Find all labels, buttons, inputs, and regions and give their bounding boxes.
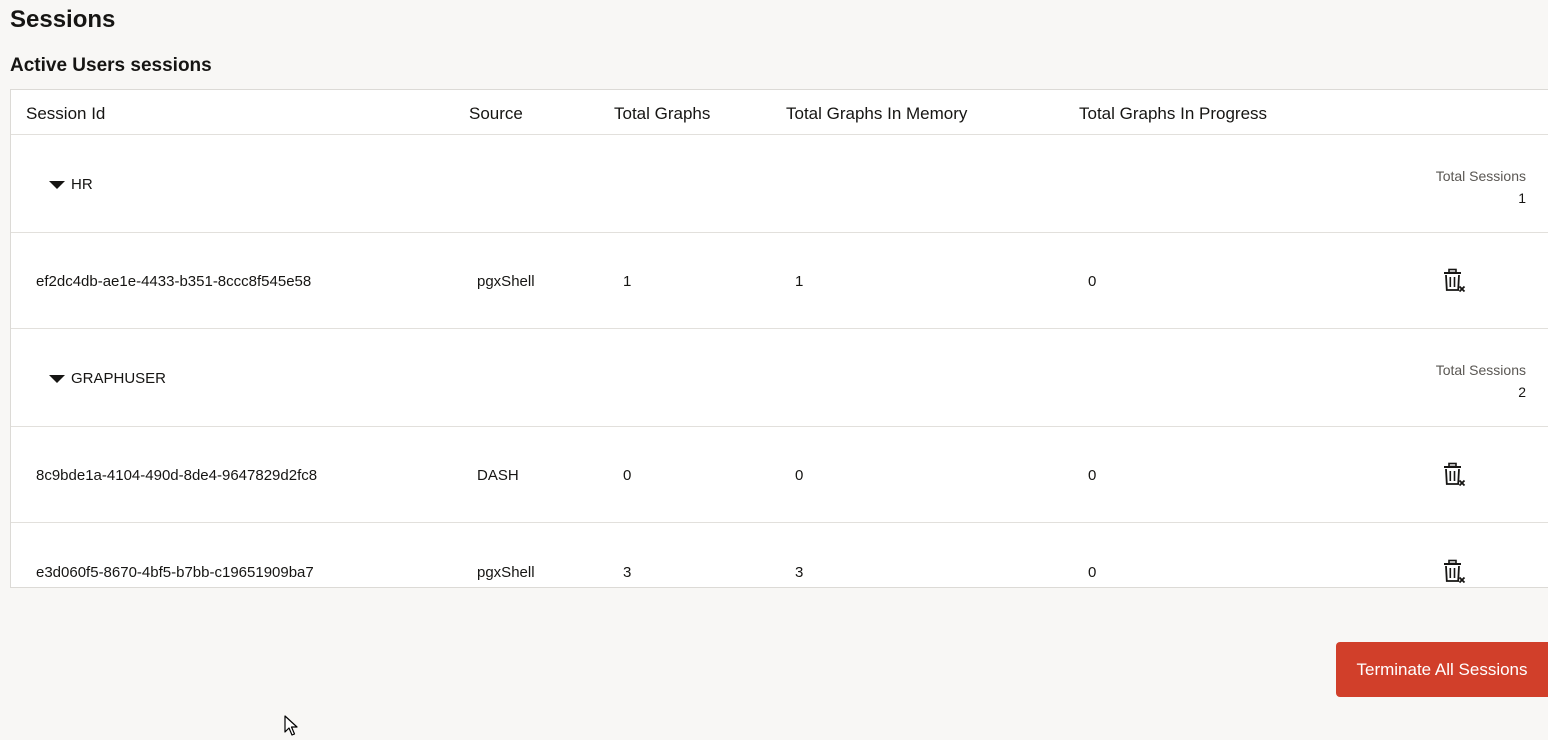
total-sessions-label: Total Sessions	[1435, 362, 1526, 378]
graphs-in-memory-cell: 3	[795, 564, 804, 581]
graphs-in-memory-cell: 0	[795, 467, 804, 484]
group-name: GRAPHUSER	[71, 370, 167, 387]
page-title: Sessions	[10, 6, 116, 33]
session-id-cell: 8c9bde1a-4104-490d-8de4-9647829d2fc8	[36, 467, 318, 484]
graphs-in-progress-cell: 0	[1088, 467, 1097, 484]
column-header-total-graphs[interactable]: Total Graphs	[614, 104, 710, 124]
mouse-cursor-icon	[284, 715, 298, 736]
column-header-session-id[interactable]: Session Id	[26, 104, 105, 124]
delete-session-icon[interactable]	[1441, 559, 1467, 585]
session-id-cell: ef2dc4db-ae1e-4433-b351-8ccc8f545e58	[36, 273, 312, 290]
graphs-in-memory-cell: 1	[795, 273, 804, 290]
terminate-all-sessions-button[interactable]: Terminate All Sessions	[1336, 642, 1548, 697]
source-cell: pgxShell	[477, 564, 535, 581]
column-header-graphs-in-progress[interactable]: Total Graphs In Progress	[1079, 104, 1267, 124]
table-row: e3d060f5-8670-4bf5-b7bb-c19651909ba7 pgx…	[11, 523, 1548, 587]
total-graphs-cell: 3	[623, 564, 632, 581]
total-sessions-value: 2	[1518, 384, 1526, 400]
column-header-graphs-in-memory[interactable]: Total Graphs In Memory	[786, 104, 967, 124]
delete-session-icon[interactable]	[1441, 268, 1467, 294]
source-cell: pgxShell	[477, 273, 535, 290]
caret-down-icon[interactable]	[49, 181, 65, 189]
session-id-cell: e3d060f5-8670-4bf5-b7bb-c19651909ba7	[36, 564, 314, 581]
table-header: Session Id Source Total Graphs Total Gra…	[11, 90, 1548, 135]
column-header-source[interactable]: Source	[469, 104, 523, 124]
delete-session-icon[interactable]	[1441, 462, 1467, 488]
graphs-in-progress-cell: 0	[1088, 273, 1097, 290]
source-cell: DASH	[477, 467, 519, 484]
table-row: 8c9bde1a-4104-490d-8de4-9647829d2fc8 DAS…	[11, 427, 1548, 523]
sessions-table: Session Id Source Total Graphs Total Gra…	[10, 89, 1548, 588]
group-name: HR	[71, 176, 93, 193]
total-graphs-cell: 1	[623, 273, 632, 290]
section-title: Active Users sessions	[10, 55, 212, 76]
total-sessions-label: Total Sessions	[1435, 168, 1526, 184]
total-sessions-value: 1	[1518, 190, 1526, 206]
graphs-in-progress-cell: 0	[1088, 564, 1097, 581]
group-row-hr[interactable]: HR Total Sessions 1	[11, 135, 1548, 233]
total-graphs-cell: 0	[623, 467, 632, 484]
table-row: ef2dc4db-ae1e-4433-b351-8ccc8f545e58 pgx…	[11, 233, 1548, 329]
caret-down-icon[interactable]	[49, 375, 65, 383]
group-row-graphuser[interactable]: GRAPHUSER Total Sessions 2	[11, 329, 1548, 427]
